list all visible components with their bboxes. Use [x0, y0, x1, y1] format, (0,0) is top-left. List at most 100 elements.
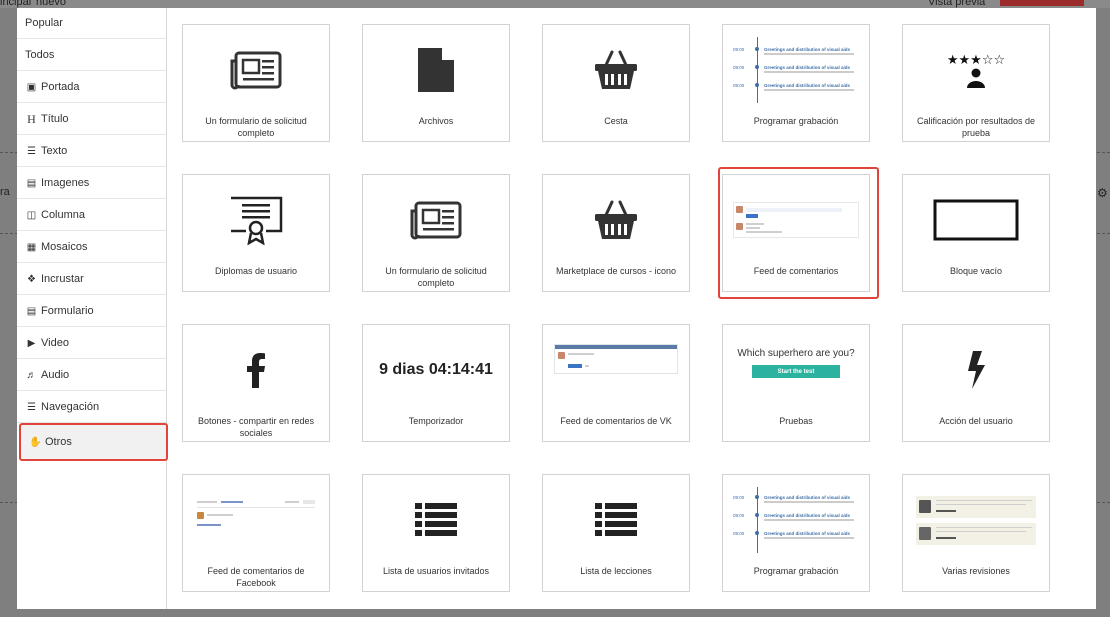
sidebar-item-incrustar[interactable]: ❖ Incrustar	[17, 264, 166, 295]
sidebar-item-label: Columna	[41, 209, 86, 221]
empty-block-icon	[903, 185, 1049, 255]
certificate-icon	[183, 185, 329, 255]
block-card-label: Un formulario de solicitud completo	[385, 266, 487, 288]
sidebar-item-label: Navegación	[41, 401, 100, 413]
text-icon: ☰	[27, 145, 36, 157]
timer-preview: 9 dias 04:14:41	[363, 335, 509, 405]
timeline-preview: 09:00 Greetings and distribution of visua…	[723, 35, 869, 105]
facebook-comments-preview	[183, 485, 329, 555]
sidebar-item-label: Audio	[41, 369, 70, 381]
block-card-bloque-vacio[interactable]: Bloque vacío	[902, 174, 1050, 292]
block-card-label: Pruebas	[779, 416, 813, 426]
hand-icon: ✋	[29, 436, 42, 448]
bg-save-button	[1000, 0, 1084, 6]
block-card-archivos[interactable]: Archivos	[362, 24, 510, 142]
block-card-label: Bloque vacío	[949, 266, 1003, 276]
sidebar-item-label: Popular	[25, 17, 63, 29]
sidebar-item-portada[interactable]: ▣ Portada	[17, 72, 166, 103]
timeline-preview: 09:00 Greetings and distribution of visua…	[723, 485, 869, 555]
basket-icon	[543, 35, 689, 105]
block-card-calificacion[interactable]: ★★★☆☆ Calificación por resultados de pru…	[902, 24, 1050, 142]
block-card-diplomas[interactable]: Diplomas de usuario	[182, 174, 330, 292]
sidebar-item-popular[interactable]: Popular	[17, 8, 166, 39]
block-card-label: Feed de comentarios de VK	[560, 416, 672, 426]
block-card-solicitud-form[interactable]: Un formulario de solicitud completo	[182, 24, 330, 142]
quiz-preview: Which superhero are you? Start the test	[723, 335, 869, 405]
sidebar-item-imagenes[interactable]: ▤ Imagenes	[17, 168, 166, 199]
block-card-label: Marketplace de cursos - icono	[555, 266, 677, 276]
block-card-feed-vk[interactable]: Feed de comentarios de VK	[542, 324, 690, 442]
block-card-label: Programar grabación	[753, 116, 839, 126]
bg-new-text: nuevo	[36, 0, 66, 8]
sidebar-item-formulario[interactable]: ▤ Formulario	[17, 296, 166, 327]
audio-icon: ♬	[26, 369, 37, 381]
newspaper-icon	[183, 35, 329, 105]
vk-preview	[543, 335, 689, 405]
quiz-title: Which superhero are you?	[737, 348, 855, 359]
category-sidebar: Popular Todos ▣ Portada H Título ☰ Texto…	[17, 8, 168, 609]
bg-left-text: incipal	[0, 0, 32, 8]
tiles-icon: ▦	[26, 241, 37, 253]
block-picker-modal: Popular Todos ▣ Portada H Título ☰ Texto…	[17, 8, 1096, 609]
sidebar-item-otros[interactable]: ✋ Otros	[19, 423, 168, 461]
sidebar-item-audio[interactable]: ♬ Audio	[17, 360, 166, 391]
block-card-pruebas[interactable]: Which superhero are you? Start the test …	[722, 324, 870, 442]
sidebar-item-label: Otros	[45, 436, 72, 448]
block-card-label: Varias revisiones	[942, 566, 1010, 576]
form-icon: ▤	[26, 305, 37, 317]
block-card-accion-usuario[interactable]: Acción del usuario	[902, 324, 1050, 442]
block-card-label: Temporizador	[408, 416, 464, 426]
sidebar-item-label: Texto	[41, 145, 68, 157]
block-card-label: Botones - compartir en redes sociales	[197, 416, 315, 438]
columns-icon: ◫	[26, 209, 37, 221]
block-card-varias-revisiones[interactable]: Varias revisiones	[902, 474, 1050, 592]
selection-highlight	[718, 167, 879, 299]
sidebar-item-titulo[interactable]: H Título	[17, 104, 166, 135]
block-card-label: Un formulario de solicitud completo	[205, 116, 307, 138]
background-toolbar: incipal nuevo Vista previa	[0, 0, 1110, 8]
block-card-label: Acción del usuario	[939, 416, 1013, 426]
reviews-preview	[903, 485, 1049, 555]
block-card-usuarios-invitados[interactable]: Lista de usuarios invitados	[362, 474, 510, 592]
sidebar-item-label: Mosaicos	[41, 241, 88, 253]
block-card-label: Programar grabación	[753, 566, 839, 576]
basket-icon	[543, 185, 689, 255]
sidebar-item-columna[interactable]: ◫ Columna	[17, 200, 166, 231]
sidebar-item-label: Portada	[41, 81, 80, 93]
sidebar-item-navegacion[interactable]: ☰ Navegación	[17, 392, 166, 423]
block-card-cesta[interactable]: Cesta	[542, 24, 690, 142]
block-card-label: Archivos	[418, 116, 454, 126]
sidebar-item-label: Todos	[25, 49, 55, 61]
block-card-programar-grabacion-2[interactable]: 09:00 Greetings and distribution of visua…	[722, 474, 870, 592]
block-card-label: Diplomas de usuario	[214, 266, 298, 276]
video-icon: ▶	[27, 337, 36, 349]
block-card-label: Calificación por resultados de prueba	[916, 116, 1036, 138]
sidebar-item-label: Título	[41, 113, 69, 125]
list-icon	[363, 485, 509, 555]
sidebar-item-video[interactable]: ▶ Video	[17, 328, 166, 359]
bg-settings-icon: ⚙	[1097, 186, 1108, 200]
block-card-programar-grabacion[interactable]: 09:00 Greetings and distribution of visua…	[722, 24, 870, 142]
block-card-marketplace[interactable]: Marketplace de cursos - icono	[542, 174, 690, 292]
block-grid: Un formulario de solicitud completo Arch…	[167, 8, 1096, 609]
svg-text:★★★☆☆: ★★★☆☆	[947, 53, 1005, 68]
block-card-label: Lista de lecciones	[580, 566, 652, 576]
sidebar-item-label: Video	[41, 337, 69, 349]
quiz-start-button: Start the test	[752, 365, 840, 378]
block-card-compartir-redes[interactable]: Botones - compartir en redes sociales	[182, 324, 330, 442]
block-card-label: Feed de comentarios de Facebook	[207, 566, 305, 588]
block-card-solicitud-form-2[interactable]: Un formulario de solicitud completo	[362, 174, 510, 292]
block-card-feed-facebook[interactable]: Feed de comentarios de Facebook	[182, 474, 330, 592]
block-card-temporizador[interactable]: 9 dias 04:14:41 Temporizador	[362, 324, 510, 442]
sidebar-item-label: Imagenes	[41, 177, 90, 189]
menu-icon: ☰	[27, 401, 36, 413]
bg-right-text: Vista previa	[928, 0, 986, 8]
facebook-icon	[183, 335, 329, 405]
sidebar-item-texto[interactable]: ☰ Texto	[17, 136, 166, 167]
list-icon	[543, 485, 689, 555]
sidebar-item-label: Formulario	[41, 305, 94, 317]
embed-icon: ❖	[27, 273, 36, 285]
sidebar-item-mosaicos[interactable]: ▦ Mosaicos	[17, 232, 166, 263]
block-card-lista-lecciones[interactable]: Lista de lecciones	[542, 474, 690, 592]
sidebar-item-todos[interactable]: Todos	[17, 40, 166, 71]
